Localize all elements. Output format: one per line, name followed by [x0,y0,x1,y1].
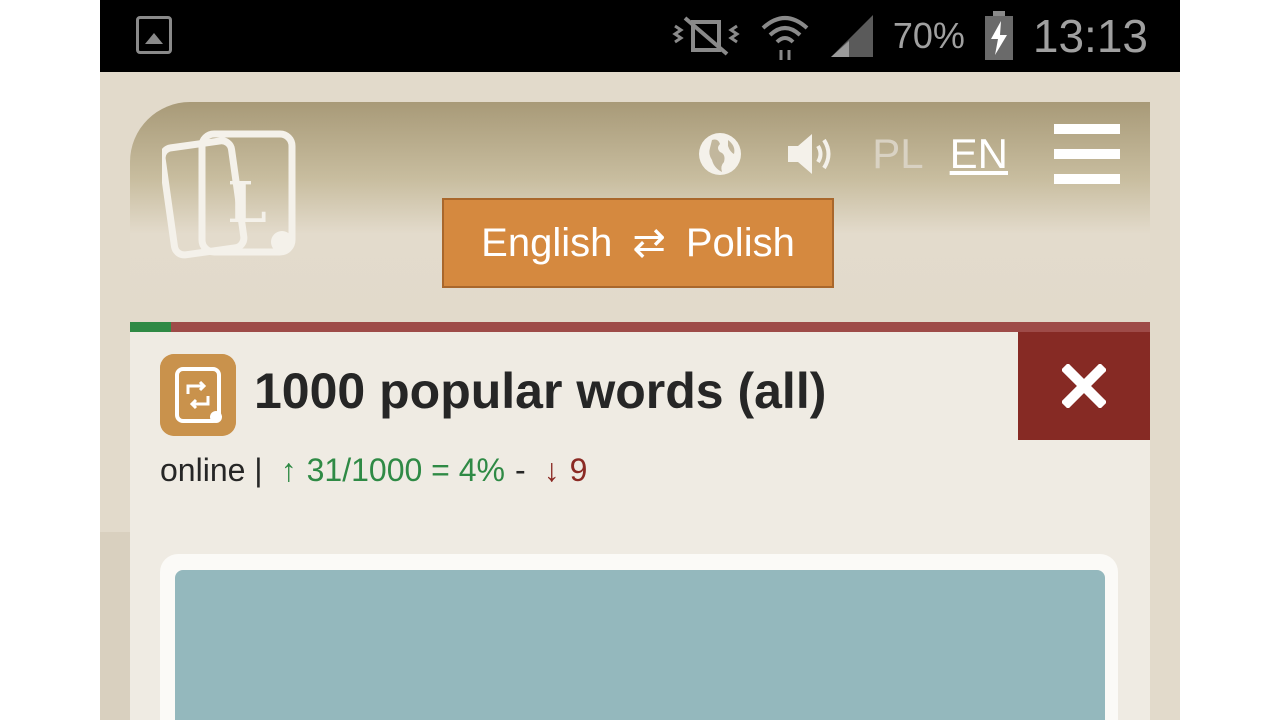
stats-separator: - [515,452,526,488]
close-button[interactable] [1018,332,1150,440]
signal-icon [830,15,873,57]
source-language-label: English [481,220,613,265]
battery-charging-icon [984,11,1013,60]
down-arrow-icon: ↓ [543,452,560,488]
clock: 13:13 [1032,10,1148,62]
mode-label: online | [160,452,263,488]
phone-screen: 70% 13:13 L PL EN English ⇄ Polish 1000 … [100,0,1180,720]
language-direction-button[interactable]: English ⇄ Polish [442,198,834,288]
close-icon [1062,364,1106,408]
progress-bar [130,322,1150,332]
header-toolbar: PL EN [698,124,1120,184]
speaker-icon[interactable] [786,132,838,176]
status-bar: 70% 13:13 [100,0,1180,72]
language-pl-link[interactable]: PL [872,130,923,178]
wifi-icon [761,16,809,60]
word-set-icon [160,354,236,436]
swap-icon: ⇄ [632,221,666,265]
vibrate-mute-icon [672,16,740,56]
word-set-title: 1000 popular words (all) [254,363,827,419]
flashcard-image[interactable] [175,570,1105,720]
up-arrow-icon: ↑ [280,452,297,488]
status-icons: 70% 13:13 [671,8,1148,64]
app-logo[interactable]: L [162,130,302,260]
battery-percent: 70% [892,15,965,56]
stats-line: online | ↑ 31/1000 = 4% - ↓ 9 [160,452,587,489]
globe-icon[interactable] [698,132,742,176]
menu-bar [1054,149,1120,159]
menu-bar [1054,174,1120,184]
target-language-label: Polish [685,220,795,265]
wrong-count: 9 [569,452,588,488]
app-page: L PL EN English ⇄ Polish 1000 popular wo… [100,72,1180,720]
menu-bar [1054,124,1120,134]
app-header: L PL EN English ⇄ Polish [130,102,1150,322]
logo-letter: L [227,170,266,236]
progress-fill [130,322,171,332]
language-en-link[interactable]: EN [950,130,1008,178]
gallery-notification-icon [136,16,172,54]
known-count: 31/1000 = 4% [306,452,505,488]
menu-icon[interactable] [1054,124,1120,184]
